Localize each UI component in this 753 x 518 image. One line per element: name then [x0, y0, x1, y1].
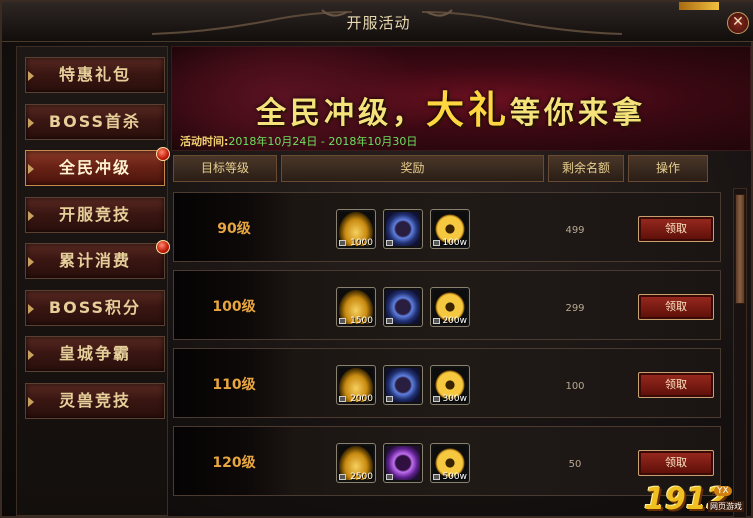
sidebar-tab[interactable]: 灵兽竞技 [25, 382, 165, 419]
reward-slot[interactable]: 200w [430, 287, 470, 327]
reward-slot[interactable]: 2500 [336, 443, 376, 483]
tab-arrow-icon [28, 164, 34, 174]
bound-lock-icon [386, 240, 393, 246]
sidebar-tab[interactable]: 特惠礼包 [25, 57, 165, 93]
claim-button[interactable]: 领取 [638, 216, 714, 242]
sidebar-tab[interactable]: BOSS积分 [25, 289, 165, 326]
bound-lock-icon [339, 240, 346, 246]
scrollbar[interactable] [733, 188, 747, 518]
remaining-slots: 299 [565, 303, 585, 314]
period-label: 活动时间: [180, 135, 229, 148]
reward-list[interactable]: 90级 1000 100w 499 领取 100级 1500 200w 299 领取 110级 200… [171, 188, 729, 518]
reward-quantity: 2500 [350, 472, 373, 482]
bound-lock-icon [386, 474, 393, 480]
bound-lock-icon [339, 318, 346, 324]
logo-sub: 网页游戏 [708, 501, 744, 512]
site-logo: 1912 YX 网页游戏 [644, 482, 752, 518]
target-level: 100级 [212, 299, 256, 315]
bound-lock-icon [433, 318, 440, 324]
sidebar-tab[interactable]: 皇城争霸 [25, 336, 165, 372]
table-header: 目标等级 奖励 剩余名额 操作 [171, 155, 751, 182]
bound-lock-icon [433, 396, 440, 402]
reward-row: 100级 1500 200w 299 领取 [173, 270, 721, 340]
reward-quantity: 300w [442, 394, 467, 404]
reward-slot[interactable]: 2000 [336, 365, 376, 405]
reward-slot[interactable]: 1000 [336, 209, 376, 249]
sidebar-tab[interactable]: BOSS首杀 [25, 103, 165, 140]
header-action: 操作 [628, 155, 708, 182]
header-level: 目标等级 [173, 155, 277, 182]
claim-button[interactable]: 领取 [638, 450, 714, 476]
sidebar-tab-label: 灵兽竞技 [58, 390, 131, 410]
tab-arrow-icon [28, 257, 34, 267]
sidebar-tab-label: BOSS首杀 [48, 111, 142, 131]
period-value: 2018年10月24日 - 2018年10月30日 [228, 135, 418, 148]
reward-row: 120级 2500 500w 50 领取 [173, 426, 721, 496]
banner-slogan: 全民冲级，大礼等你来拿 [256, 88, 647, 132]
sidebar-tab-label: 累计消费 [58, 251, 131, 270]
reward-row: 110级 2000 300w 100 领取 [173, 348, 721, 418]
target-level: 120级 [212, 455, 256, 471]
reward-slot[interactable] [383, 443, 423, 483]
scrollbar-thumb[interactable] [735, 194, 745, 304]
header-reward: 奖励 [281, 155, 544, 182]
notification-dot-icon [156, 147, 170, 161]
target-level: 110级 [212, 377, 256, 393]
bound-lock-icon [339, 396, 346, 402]
title-bar: 开服活动 ✕ [2, 2, 753, 42]
claim-button[interactable]: 领取 [638, 372, 714, 398]
reward-row: 90级 1000 100w 499 领取 [173, 192, 721, 262]
tab-arrow-icon [28, 71, 34, 81]
close-button[interactable]: ✕ [727, 12, 749, 34]
reward-quantity: 500w [442, 472, 467, 482]
tab-arrow-icon [28, 350, 34, 360]
sidebar-tab[interactable]: 累计消费 [25, 240, 170, 279]
tab-arrow-icon [28, 210, 34, 221]
reward-slot[interactable] [383, 287, 423, 327]
reward-quantity: 100w [442, 238, 467, 248]
notification-dot-icon [156, 240, 170, 254]
logo-tag: YX [714, 486, 732, 496]
remaining-slots: 499 [565, 225, 585, 236]
sidebar-tab[interactable]: 全民冲级 [25, 147, 170, 186]
event-window: 开服活动 ✕ 特惠礼包 BOSS首杀 全民冲级开服竞技累计消费 BOSS积分 皇城争霸灵… [0, 0, 753, 518]
bound-lock-icon [339, 474, 346, 480]
remaining-slots: 100 [565, 381, 585, 392]
tab-arrow-icon [28, 117, 34, 128]
event-banner: 全民冲级，大礼等你来拿 活动时间:2018年10月24日 - 2018年10月3… [171, 46, 751, 151]
reward-quantity: 1500 [350, 316, 373, 326]
tab-arrow-icon [28, 396, 34, 407]
window-title: 开服活动 [346, 14, 411, 32]
event-period: 活动时间:2018年10月24日 - 2018年10月30日 [180, 133, 417, 149]
claim-button[interactable]: 领取 [638, 294, 714, 320]
reward-slot[interactable]: 500w [430, 443, 470, 483]
corner-decoration [679, 2, 719, 10]
sidebar-tab[interactable]: 开服竞技 [25, 196, 165, 233]
reward-quantity: 200w [442, 316, 467, 326]
header-remain: 剩余名额 [548, 155, 624, 182]
sidebar-tab-label: 开服竞技 [58, 204, 131, 224]
remaining-slots: 50 [568, 459, 582, 470]
reward-quantity: 2000 [350, 394, 373, 404]
sidebar-tab-label: 皇城争霸 [58, 344, 131, 363]
reward-slot[interactable]: 1500 [336, 287, 376, 327]
reward-quantity: 1000 [350, 238, 373, 248]
sidebar-tab-label: 特惠礼包 [58, 65, 131, 84]
sidebar: 特惠礼包 BOSS首杀 全民冲级开服竞技累计消费 BOSS积分 皇城争霸灵兽竞技 [16, 46, 170, 516]
reward-slot[interactable] [383, 209, 423, 249]
reward-slot[interactable]: 300w [430, 365, 470, 405]
bound-lock-icon [433, 474, 440, 480]
sidebar-tab-label: 全民冲级 [58, 158, 131, 177]
bound-lock-icon [386, 396, 393, 402]
tab-arrow-icon [28, 303, 34, 314]
target-level: 90级 [217, 221, 251, 237]
bound-lock-icon [433, 240, 440, 246]
reward-slot[interactable] [383, 365, 423, 405]
sidebar-tab-label: BOSS积分 [48, 297, 142, 317]
reward-slot[interactable]: 100w [430, 209, 470, 249]
bound-lock-icon [386, 318, 393, 324]
